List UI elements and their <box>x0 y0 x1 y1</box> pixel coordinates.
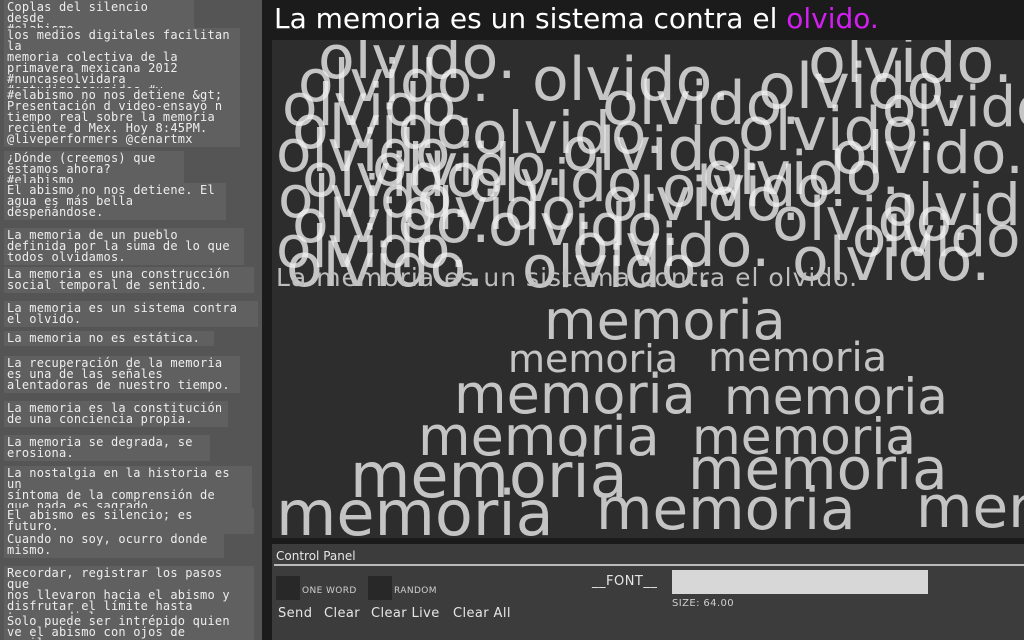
clear-button[interactable]: Clear <box>324 606 360 621</box>
clear-live-button[interactable]: Clear Live <box>371 606 440 621</box>
random-toggle[interactable] <box>368 576 392 600</box>
header-title: La memoria es un sistema contra el olvid… <box>274 2 879 35</box>
feed-item: El abismo no nos detiene. El agua es más… <box>4 183 226 220</box>
header-title-highlight: olvido. <box>786 2 879 35</box>
feed-item: #elabismo no nos detiene &gt; Presentaci… <box>4 88 240 147</box>
control-panel: Control Panel ONE WORD RANDOM Send Clear… <box>272 544 1024 640</box>
cloud-word-olvido: olvido. <box>662 155 848 220</box>
cloud-word-memoria: memoria <box>596 475 856 538</box>
font-label: __FONT__ <box>592 574 658 589</box>
random-label: RANDOM <box>394 586 437 596</box>
send-button[interactable]: Send <box>278 606 312 621</box>
feed-item: La nostalgia en la historia es un síntom… <box>4 466 252 514</box>
size-label: SIZE: 64.00 <box>672 598 735 609</box>
cloud-word-memoria: memoria <box>276 477 554 539</box>
message-feed: Coplas del silencio desde #elabismo.los … <box>0 0 262 640</box>
header-title-text: La memoria es un sistema contra el <box>274 2 787 35</box>
feed-item: La memoria no es estática. <box>4 331 214 346</box>
cloud-word-olvido: olvido. <box>402 175 594 243</box>
font-input[interactable] <box>672 570 928 594</box>
feed-item: La memoria es la constitución de una con… <box>4 401 228 427</box>
canvas-caption: La memoria es un sistema contra el olvid… <box>276 263 859 292</box>
one-word-label: ONE WORD <box>302 586 357 596</box>
feed-item: La memoria es un sistema contra el olvid… <box>4 301 258 327</box>
feed-item: La memoria de un pueblo definida por la … <box>4 228 244 265</box>
control-panel-title: Control Panel <box>276 549 356 563</box>
feed-item: La memoria es una construcción social te… <box>4 267 254 293</box>
feed-item: El abismo es silencio; es futuro. <box>4 508 254 534</box>
feed-item: Solo puede ser intrépido quien ve el abi… <box>4 614 254 640</box>
control-panel-divider <box>274 564 1024 566</box>
header-bar: La memoria es un sistema contra el olvid… <box>272 0 1024 35</box>
one-word-toggle[interactable] <box>276 576 300 600</box>
feed-item: La memoria se degrada, se erosiona. <box>4 435 210 461</box>
visualization-canvas: olvido. olvido. olvido. olvido. olvido. olvid… <box>272 40 1024 538</box>
feed-item: La recuperación de la memoria es una de … <box>4 356 240 393</box>
feed-item: Cuando no soy, ocurro donde mismo. <box>4 532 224 558</box>
clear-all-button[interactable]: Clear All <box>453 606 511 621</box>
cloud-word-memoria: memoria <box>916 473 1024 538</box>
